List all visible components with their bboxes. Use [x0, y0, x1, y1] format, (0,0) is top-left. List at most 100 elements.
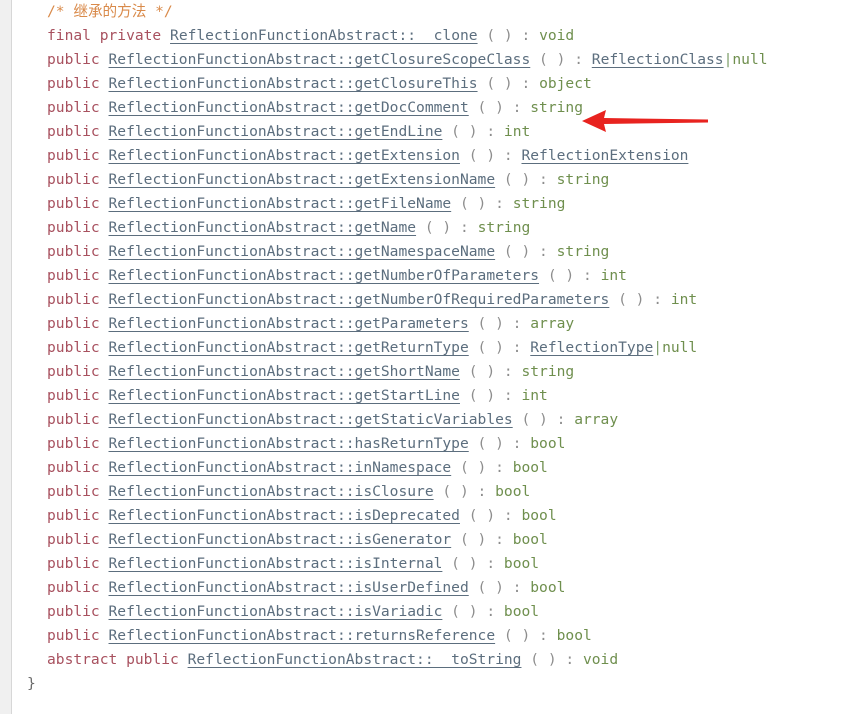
method-modifiers: public — [47, 459, 100, 476]
method-signature-row: public ReflectionFunctionAbstract::isInt… — [0, 552, 863, 576]
return-type: bool — [521, 507, 557, 524]
return-type: string — [521, 363, 575, 380]
method-link[interactable]: ReflectionFunctionAbstract::getParameter… — [109, 315, 469, 332]
signature-punctuation: ( ) : — [468, 339, 531, 356]
method-signature-row: public ReflectionFunctionAbstract::hasRe… — [0, 432, 863, 456]
method-link[interactable]: ReflectionFunctionAbstract::isGenerator — [109, 531, 452, 548]
method-modifiers: public — [47, 219, 100, 236]
return-type: array — [530, 315, 575, 332]
method-link[interactable]: ReflectionFunctionAbstract::getExtension… — [109, 171, 496, 188]
signature-punctuation: ( ) : — [495, 171, 557, 188]
method-signature-row: public ReflectionFunctionAbstract::getEx… — [0, 144, 863, 168]
return-type: int — [670, 291, 698, 308]
return-type: bool — [530, 435, 566, 452]
method-modifiers: public — [47, 339, 100, 356]
method-modifiers: public — [47, 75, 100, 92]
method-modifiers: public — [47, 483, 100, 500]
method-modifiers: public — [47, 99, 100, 116]
signature-punctuation: ( ) : — [459, 147, 522, 164]
code-listing: /* 继承的方法 */ final private ReflectionFunc… — [0, 0, 863, 714]
method-link[interactable]: ReflectionFunctionAbstract::getReturnTyp… — [109, 339, 469, 356]
return-type-link[interactable]: ReflectionExtension — [521, 147, 688, 164]
method-modifiers: public — [47, 387, 100, 404]
method-modifiers: public — [47, 147, 100, 164]
method-signature-row: public ReflectionFunctionAbstract::isVar… — [0, 600, 863, 624]
method-modifiers: public — [47, 315, 100, 332]
method-link[interactable]: ReflectionFunctionAbstract::getShortName — [109, 363, 460, 380]
return-type-link[interactable]: ReflectionClass — [592, 51, 724, 68]
method-modifiers: public — [47, 51, 100, 68]
method-link[interactable]: ReflectionFunctionAbstract::returnsRefer… — [109, 627, 496, 644]
method-link[interactable]: ReflectionFunctionAbstract::getEndLine — [109, 123, 443, 140]
method-signature-row: public ReflectionFunctionAbstract::isUse… — [0, 576, 863, 600]
method-link[interactable]: ReflectionFunctionAbstract::getStaticVar… — [109, 411, 513, 428]
method-link[interactable]: ReflectionFunctionAbstract::isClosure — [109, 483, 434, 500]
method-link[interactable]: ReflectionFunctionAbstract::hasReturnTyp… — [109, 435, 469, 452]
method-link[interactable]: ReflectionFunctionAbstract::getStartLine — [109, 387, 460, 404]
method-signature-row: public ReflectionFunctionAbstract::getCl… — [0, 48, 863, 72]
signature-punctuation: ( ) : — [477, 75, 540, 92]
method-signature-row: public ReflectionFunctionAbstract::inNam… — [0, 456, 863, 480]
signature-punctuation: ( ) : — [451, 195, 513, 212]
method-signature-row: public ReflectionFunctionAbstract::getPa… — [0, 312, 863, 336]
signature-punctuation: ( ) : — [433, 483, 496, 500]
method-link[interactable]: ReflectionFunctionAbstract::getNumberOfP… — [109, 267, 540, 284]
return-type-link[interactable]: ReflectionType — [530, 339, 653, 356]
method-link[interactable]: ReflectionFunctionAbstract::inNamespace — [109, 459, 452, 476]
method-link[interactable]: ReflectionFunctionAbstract::getName — [109, 219, 417, 236]
method-link[interactable]: ReflectionFunctionAbstract::getNumberOfR… — [109, 291, 610, 308]
method-modifiers: public — [47, 411, 100, 428]
method-modifiers: public — [47, 507, 100, 524]
return-type: bool — [556, 627, 592, 644]
return-type: string — [556, 171, 610, 188]
closing-brace-line: } — [0, 672, 863, 696]
return-type: bool — [530, 579, 566, 596]
method-link[interactable]: ReflectionFunctionAbstract::isInternal — [109, 555, 443, 572]
method-link[interactable]: ReflectionFunctionAbstract::__toString — [188, 651, 522, 668]
return-type: int — [600, 267, 627, 284]
signature-punctuation: ( ) : — [609, 291, 671, 308]
return-type: string — [530, 99, 583, 116]
inherited-methods-comment: /* 继承的方法 */ — [47, 3, 173, 20]
signature-punctuation: ( ) : — [495, 243, 557, 260]
union-type-pipe: | — [653, 339, 663, 356]
method-modifiers: public — [47, 555, 100, 572]
method-modifiers: public — [47, 195, 100, 212]
return-type: bool — [503, 555, 540, 572]
method-modifiers: public — [47, 123, 100, 140]
method-link[interactable]: ReflectionFunctionAbstract::getClosureSc… — [109, 51, 531, 68]
method-signature-row: public ReflectionFunctionAbstract::getNu… — [0, 264, 863, 288]
method-modifiers: final private — [47, 27, 162, 44]
signature-punctuation: ( ) : — [468, 315, 531, 332]
method-signature-row: public ReflectionFunctionAbstract::isGen… — [0, 528, 863, 552]
signature-punctuation: ( ) : — [442, 123, 504, 140]
return-type: object — [539, 75, 592, 92]
method-link[interactable]: ReflectionFunctionAbstract::getFileName — [109, 195, 452, 212]
method-signature-row: public ReflectionFunctionAbstract::getSt… — [0, 384, 863, 408]
signature-punctuation: ( ) : — [477, 27, 540, 44]
method-modifiers: public — [47, 531, 100, 548]
method-signature-row: public ReflectionFunctionAbstract::getSh… — [0, 360, 863, 384]
method-link[interactable]: ReflectionFunctionAbstract::isDeprecated — [109, 507, 460, 524]
return-type: string — [556, 243, 610, 260]
return-type: bool — [495, 483, 531, 500]
method-link[interactable]: ReflectionFunctionAbstract::__clone — [170, 27, 478, 44]
method-signature-row: public ReflectionFunctionAbstract::getFi… — [0, 192, 863, 216]
method-link[interactable]: ReflectionFunctionAbstract::getNamespace… — [109, 243, 496, 260]
signature-punctuation: ( ) : — [521, 651, 583, 668]
method-modifiers: abstract public — [47, 651, 179, 668]
method-link[interactable]: ReflectionFunctionAbstract::isVariadic — [109, 603, 443, 620]
method-link[interactable]: ReflectionFunctionAbstract::getDocCommen… — [109, 99, 469, 116]
signature-punctuation: ( ) : — [512, 411, 575, 428]
method-link[interactable]: ReflectionFunctionAbstract::getClosureTh… — [109, 75, 478, 92]
method-link[interactable]: ReflectionFunctionAbstract::isUserDefine… — [109, 579, 469, 596]
return-type: void — [582, 651, 619, 668]
return-type: int — [521, 387, 548, 404]
method-link[interactable]: ReflectionFunctionAbstract::getExtension — [109, 147, 460, 164]
method-modifiers: public — [47, 627, 100, 644]
return-type: string — [477, 219, 531, 236]
method-signature-row: public ReflectionFunctionAbstract::getEx… — [0, 168, 863, 192]
method-signature-row: abstract public ReflectionFunctionAbstra… — [0, 648, 863, 672]
method-signature-row: public ReflectionFunctionAbstract::getEn… — [0, 120, 863, 144]
signature-punctuation: ( ) : — [539, 267, 601, 284]
